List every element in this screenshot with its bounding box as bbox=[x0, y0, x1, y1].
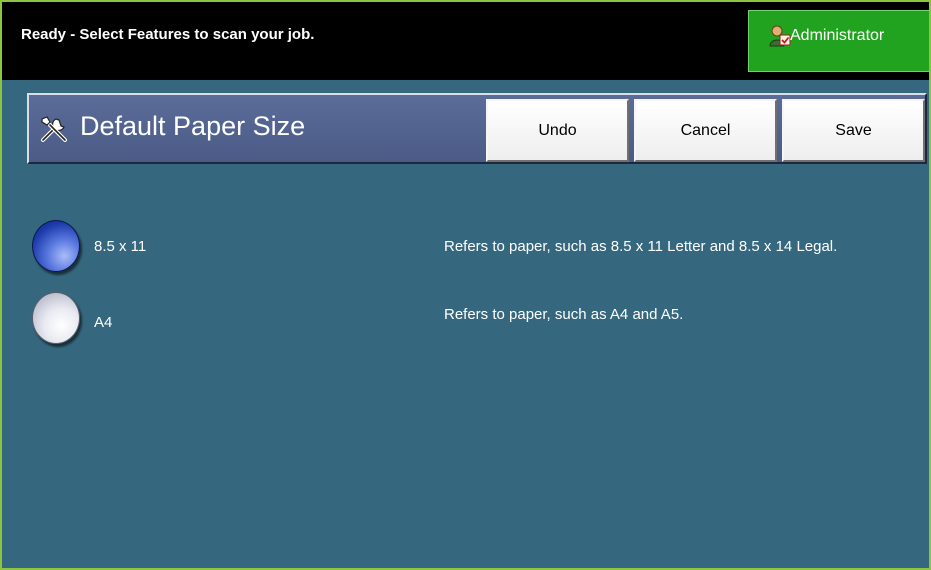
option-label: A4 bbox=[94, 314, 113, 331]
main-frame: Ready - Select Features to scan your job… bbox=[0, 0, 931, 570]
undo-button[interactable]: Undo bbox=[486, 99, 629, 162]
radio-a4[interactable] bbox=[32, 292, 80, 344]
option-description: Refers to paper, such as A4 and A5. bbox=[444, 306, 684, 323]
save-button[interactable]: Save bbox=[782, 99, 925, 162]
option-description: Refers to paper, such as 8.5 x 11 Letter… bbox=[444, 238, 838, 255]
status-bar: Ready - Select Features to scan your job… bbox=[2, 2, 929, 80]
administrator-button[interactable]: Administrator bbox=[748, 10, 929, 72]
separator bbox=[2, 80, 929, 90]
status-message: Ready - Select Features to scan your job… bbox=[21, 26, 315, 43]
option-label: 8.5 x 11 bbox=[94, 238, 147, 255]
administrator-label: Administrator bbox=[790, 27, 885, 44]
tools-icon bbox=[41, 116, 67, 142]
page-title: Default Paper Size bbox=[80, 111, 306, 141]
cancel-button[interactable]: Cancel bbox=[634, 99, 777, 162]
option-row-a4: A4 Refers to paper, such as A4 and A5. bbox=[32, 292, 912, 346]
administrator-user-icon bbox=[769, 25, 791, 47]
title-panel: Default Paper Size Undo Cancel Save bbox=[27, 93, 927, 164]
radio-8.5x11[interactable] bbox=[32, 220, 80, 272]
option-row-letter: 8.5 x 11 Refers to paper, such as 8.5 x … bbox=[32, 220, 912, 274]
